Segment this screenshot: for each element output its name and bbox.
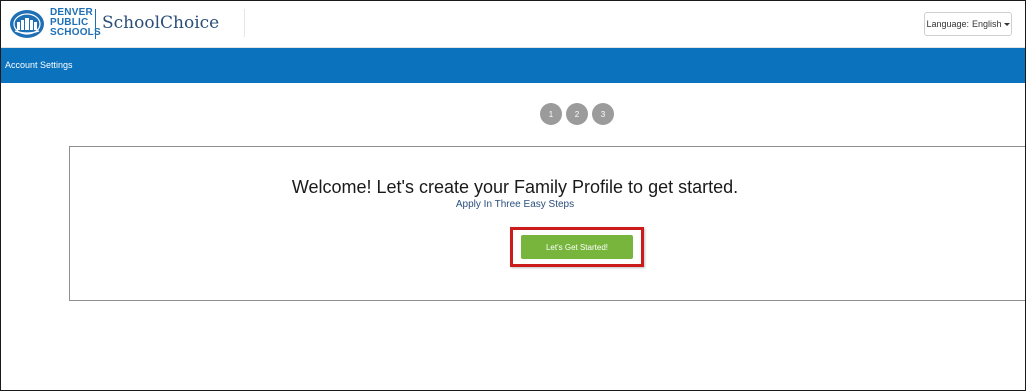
welcome-title: Welcome! Let's create your Family Profil… [291, 177, 739, 197]
step-3: 3 [592, 103, 614, 125]
step-1: 1 [540, 103, 562, 125]
logo-line-schools: SCHOOLS [50, 27, 101, 38]
logo-divider [95, 9, 96, 39]
highlight-box: Let's Get Started! [510, 227, 644, 267]
browser-page: DENVER PUBLIC SCHOOLS SchoolChoice Langu… [0, 0, 1026, 391]
account-settings-link[interactable]: Account Settings [5, 60, 73, 70]
caret-down-icon [1003, 22, 1010, 26]
dps-wordmark: DENVER PUBLIC SCHOOLS [50, 8, 101, 38]
dps-schoolchoice-logo[interactable]: DENVER PUBLIC SCHOOLS SchoolChoice [8, 7, 238, 41]
step-indicator: 1 2 3 [540, 103, 616, 125]
nav-bar: Account Settings [1, 48, 1025, 83]
step-2: 2 [566, 103, 588, 125]
dps-emblem-icon [10, 10, 44, 38]
site-header: DENVER PUBLIC SCHOOLS SchoolChoice Langu… [1, 1, 1025, 48]
product-name: SchoolChoice [102, 13, 220, 33]
language-value: English [972, 19, 1002, 29]
welcome-subtitle: Apply In Three Easy Steps [455, 199, 575, 210]
header-divider [244, 9, 245, 37]
welcome-card: Welcome! Let's create your Family Profil… [69, 146, 1025, 301]
get-started-button[interactable]: Let's Get Started! [521, 235, 633, 259]
language-label: Language: [926, 19, 969, 29]
language-dropdown[interactable]: Language: English [924, 12, 1012, 36]
